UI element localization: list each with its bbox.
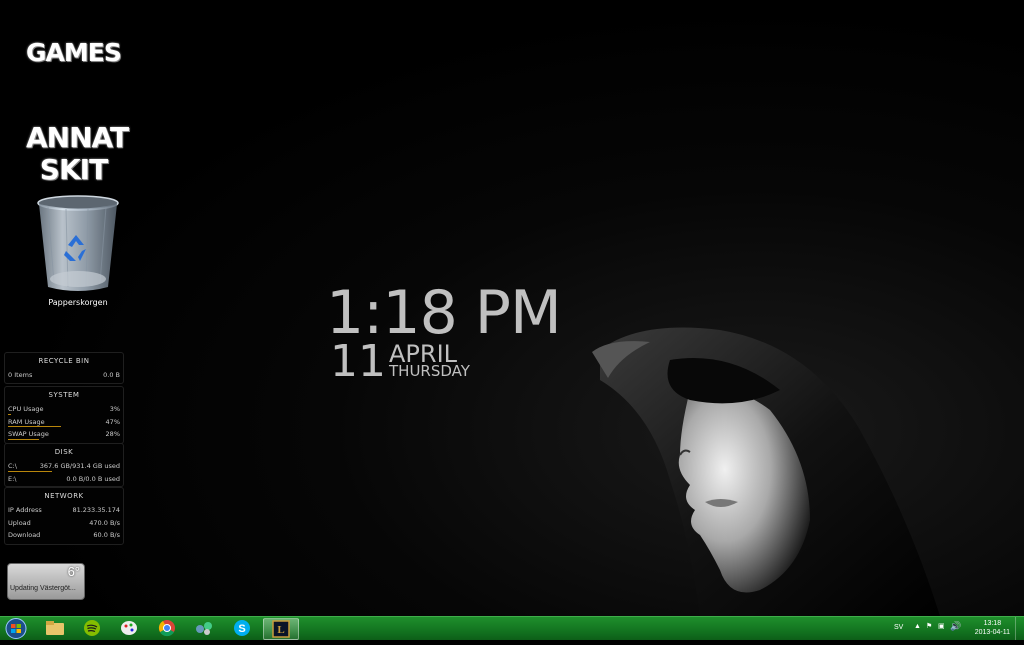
spotify-icon (84, 620, 100, 636)
games-shortcut[interactable]: GAMES (26, 38, 122, 67)
disk-e-value: 0.0 B/0.0 B used (66, 474, 120, 483)
network-app-icon (196, 622, 212, 635)
recycle-bin-icon (37, 195, 119, 291)
recycle-bin-monitor-row: 0 Items 0.0 B (5, 369, 123, 382)
svg-text:S: S (238, 623, 245, 635)
hooded-figure-wallpaper (592, 327, 940, 616)
ram-row: RAM Usage 47% (5, 416, 123, 429)
network-tray-icon[interactable]: ▣ (938, 622, 945, 630)
recycle-bin-label: Papperskorgen (48, 298, 108, 307)
swap-row: SWAP Usage 28% (5, 428, 123, 441)
taskbar-skype[interactable]: S (225, 618, 259, 638)
weather-temperature: 6° (67, 564, 80, 579)
network-monitor: NETWORK IP Address 81.233.35.174 Upload … (4, 487, 124, 545)
paint-icon (121, 621, 137, 635)
system-tray: SV ▲ ⚑ ▣ 🔊 13:18 2013-04-11 (884, 617, 1024, 640)
weather-status: Updating Västergöt... (10, 585, 76, 592)
recycle-bin-monitor-title: RECYCLE BIN (38, 357, 90, 365)
cpu-row: CPU Usage 3% (5, 403, 123, 416)
disk-title: DISK (54, 448, 74, 456)
recycle-bin-shortcut[interactable]: Papperskorgen (36, 195, 120, 307)
start-button[interactable] (2, 617, 30, 640)
upload-label: Upload (8, 518, 31, 527)
taskbar-spotify[interactable] (75, 618, 109, 638)
taskbar-chrome[interactable] (150, 618, 184, 638)
download-value: 60.0 B/s (93, 531, 120, 540)
download-label: Download (8, 531, 41, 540)
swap-label: SWAP Usage (8, 430, 49, 439)
download-row: Download 60.0 B/s (5, 529, 123, 542)
upload-value: 470.0 B/s (89, 518, 120, 527)
system-monitor: SYSTEM CPU Usage 3% RAM Usage 47% SWAP U… (4, 386, 124, 444)
upload-row: Upload 470.0 B/s (5, 517, 123, 530)
taskbar-file-explorer[interactable] (38, 618, 72, 638)
desktop-clock-day: 11 (330, 336, 386, 387)
disk-e-label: E:\ (8, 474, 17, 483)
skype-icon: S (234, 620, 250, 636)
cpu-value: 3% (109, 405, 120, 414)
show-hidden-icons-icon[interactable]: ▲ (914, 623, 921, 630)
taskbar-network-app[interactable] (187, 618, 221, 638)
file-explorer-icon (46, 621, 64, 635)
disk-c-label: C:\ (8, 462, 17, 471)
league-of-legends-icon: L (272, 620, 290, 638)
system-title: SYSTEM (48, 391, 80, 399)
disk-monitor: DISK C:\ 367.6 GB/931.4 GB used E:\ 0.0 … (4, 443, 124, 487)
swap-bar (8, 438, 39, 440)
start-orb-icon (5, 618, 27, 639)
ip-label: IP Address (8, 506, 42, 515)
chrome-icon (158, 620, 175, 637)
ram-bar (8, 426, 61, 427)
language-indicator[interactable]: SV (894, 624, 903, 631)
weather-gadget[interactable]: 6° Updating Västergöt... (7, 563, 85, 600)
cpu-bar (8, 413, 11, 415)
desktop-clock-weekday: THURSDAY (389, 362, 470, 380)
annat-skit-shortcut[interactable]: ANNAT SKIT (26, 121, 129, 186)
network-title: NETWORK (44, 492, 84, 500)
disk-c-row: C:\ 367.6 GB/931.4 GB used (5, 460, 123, 473)
recycle-bin-items: 0 Items (8, 371, 33, 380)
ram-value: 47% (105, 417, 120, 426)
disk-e-row: E:\ 0.0 B/0.0 B used (5, 473, 123, 486)
tray-date: 2013-04-11 (974, 629, 1010, 636)
show-desktop-button[interactable] (1015, 617, 1024, 640)
recycle-bin-size: 0.0 B (103, 371, 120, 380)
swap-value: 28% (105, 430, 120, 439)
disk-c-bar (8, 470, 52, 472)
games-label: GAMES (26, 38, 122, 67)
taskbar: S L SV ▲ ⚑ ▣ 🔊 13:18 2013-04-11 (0, 616, 1024, 640)
cpu-label: CPU Usage (8, 405, 44, 414)
taskbar-league-of-legends[interactable]: L (263, 618, 299, 640)
volume-icon[interactable]: 🔊 (950, 621, 961, 632)
ram-label: RAM Usage (8, 417, 45, 426)
svg-text:L: L (277, 624, 284, 636)
action-center-flag-icon[interactable]: ⚑ (926, 622, 932, 630)
ip-row: IP Address 81.233.35.174 (5, 504, 123, 517)
recycle-bin-monitor: RECYCLE BIN 0 Items 0.0 B (4, 352, 124, 384)
tray-clock[interactable]: 13:18 2013-04-11 (975, 619, 1010, 637)
annat-label: ANNAT (26, 121, 129, 154)
disk-c-value: 367.6 GB/931.4 GB used (39, 462, 120, 471)
desktop: GAMES ANNAT SKIT Papperskorgen RECYCLE B… (0, 0, 1024, 616)
ip-value: 81.233.35.174 (72, 506, 120, 515)
tray-time: 13:18 (983, 620, 1002, 627)
taskbar-paint[interactable] (112, 618, 146, 638)
skit-label: SKIT (39, 153, 108, 186)
